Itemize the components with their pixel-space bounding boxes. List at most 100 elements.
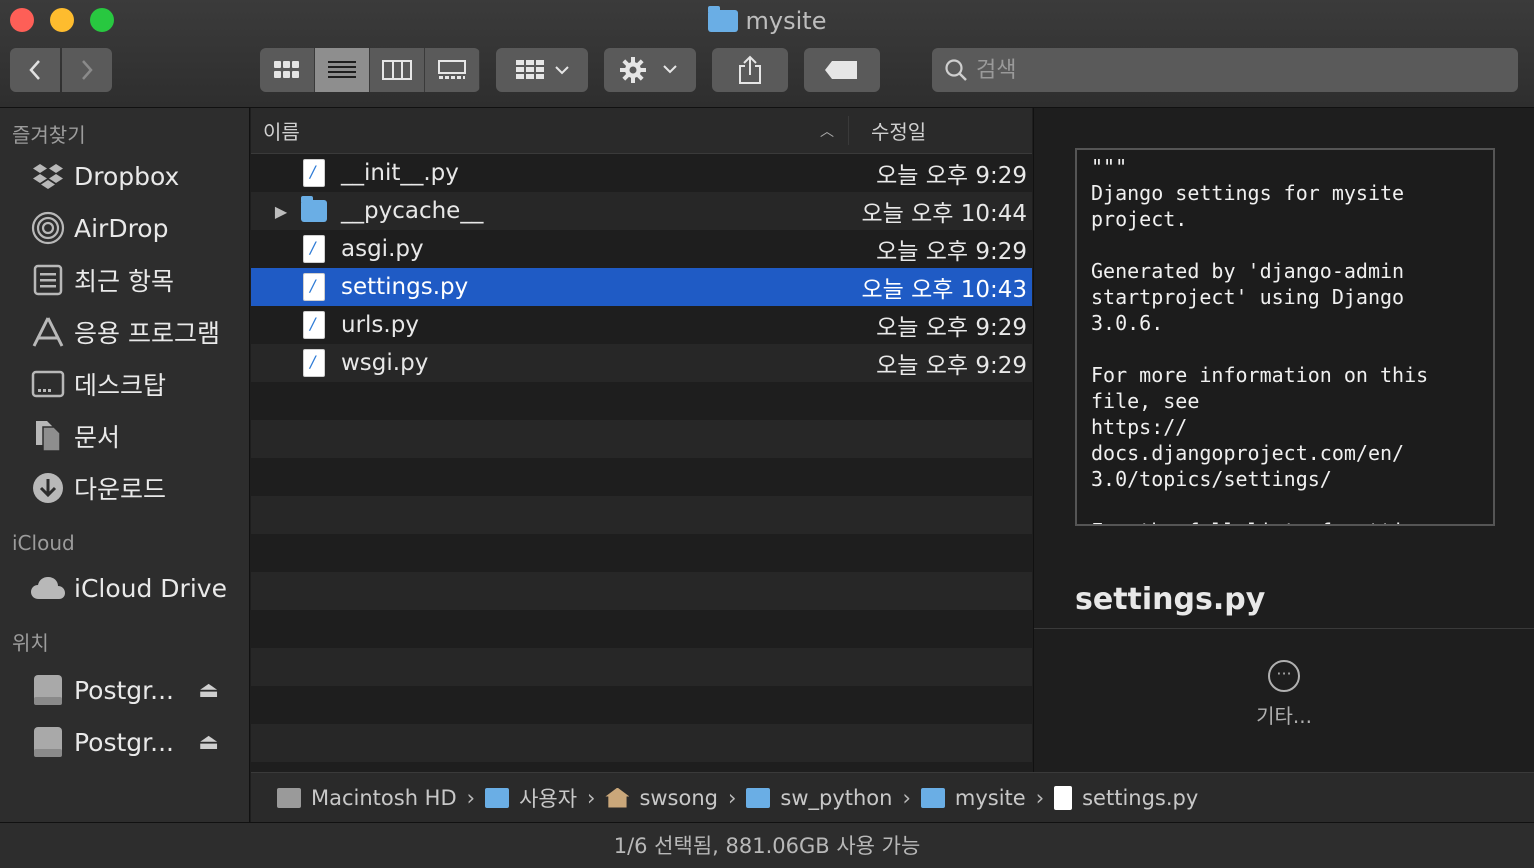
file-date: 오늘 오후 9:29 [876,315,1027,341]
sidebar-item-label: Postgr... [74,727,174,757]
back-button[interactable] [10,48,60,92]
chevron-right-icon: › [1035,785,1045,810]
sidebar-header-favorites: 즐겨찾기 [12,123,86,147]
disclosure-triangle-icon[interactable]: ▶ [251,202,301,221]
gallery-icon [438,60,466,79]
file-date: 오늘 오후 10:44 [861,201,1027,227]
sidebar-item-label: 최근 항목 [74,267,174,296]
applications-icon [30,314,66,350]
sidebar-item-icloud-drive[interactable]: iCloud Drive [0,562,249,614]
sidebar-item-airdrop[interactable]: AirDrop [0,202,249,254]
path-segment[interactable]: settings.py [1054,785,1199,810]
eject-icon[interactable]: ⏏ [198,730,219,755]
path-segment-label: settings.py [1082,785,1199,810]
column-view-button[interactable] [370,48,425,92]
sidebar-item-label: Dropbox [74,161,180,191]
file-name: asgi.py [341,236,424,262]
window-toolbar: mysite [0,0,1534,108]
forward-button[interactable] [62,48,112,92]
folder-icon [707,6,738,32]
file-name: wsgi.py [341,350,429,376]
more-actions-label: 기타... [1256,704,1312,728]
path-segment[interactable]: sw_python [746,786,892,810]
sidebar-item-label: Postgr... [74,675,174,705]
columns-icon [382,60,412,80]
sidebar-item-documents[interactable]: 문서 [0,410,249,462]
sidebar: 즐겨찾기 Dropbox AirDrop 최근 항목 응용 프로그램 데스크탑 … [0,108,250,822]
path-segment-label: swsong [639,785,718,810]
chevron-right-icon: › [466,785,476,810]
folder-icon [920,787,945,808]
file-rows: __init__.py 오늘 오후 9:29 ▶ __pycache__ 오늘 … [251,154,1032,762]
icon-view-button[interactable] [260,48,315,92]
cloud-icon [30,570,66,606]
sidebar-item-label: 응용 프로그램 [74,319,220,348]
sidebar-item-applications[interactable]: 응용 프로그램 [0,306,249,358]
file-name: settings.py [341,274,469,300]
file-name: __init__.py [341,160,459,186]
sidebar-item-disk-2[interactable]: Postgr... ⏏ [0,716,249,768]
path-segment[interactable]: mysite [920,785,1026,810]
sidebar-item-recents[interactable]: 최근 항목 [0,254,249,306]
list-header: 이름 ︿ 수정일 [251,108,1032,154]
column-header-name[interactable]: 이름 ︿ [251,116,849,145]
file-name: urls.py [341,312,419,338]
chevron-right-icon: › [587,785,596,810]
airdrop-icon [30,210,66,246]
column-header-date[interactable]: 수정일 [849,116,926,145]
window-title-text: mysite [745,7,827,35]
search-field[interactable] [932,48,1518,92]
chevron-right-icon: › [902,785,911,810]
path-segment-label: 사용자 [519,786,578,811]
preview-filename: settings.py [1075,582,1266,617]
action-menu-button[interactable] [604,48,696,92]
path-segment[interactable]: Macintosh HD [277,786,457,810]
preview-content: """ Django settings for mysite project. … [1091,155,1440,524]
share-button[interactable] [712,48,788,92]
sidebar-item-label: 다운로드 [74,475,167,504]
more-actions-button[interactable]: ··· 기타... [1254,660,1314,729]
list-view-button[interactable] [315,48,370,92]
path-segment[interactable]: 사용자 [485,783,577,813]
file-date: 오늘 오후 10:43 [861,277,1027,303]
table-row[interactable]: __init__.py 오늘 오후 9:29 [251,154,1032,192]
folder-icon [485,787,510,808]
table-row[interactable]: ▶ __pycache__ 오늘 오후 10:44 [251,192,1032,230]
chevron-left-icon [29,60,40,80]
table-row[interactable]: urls.py 오늘 오후 9:29 [251,306,1032,344]
table-row-selected[interactable]: settings.py 오늘 오후 10:43 [251,268,1032,306]
table-row[interactable]: wsgi.py 오늘 오후 9:29 [251,344,1032,382]
recents-icon [30,262,66,298]
group-button[interactable] [496,48,588,92]
ellipsis-icon: ··· [1268,660,1300,692]
dropbox-icon [30,158,66,194]
hard-disk-icon [277,787,301,808]
file-date: 오늘 오후 9:29 [876,353,1027,379]
disk-icon [30,672,66,708]
file-list: 이름 ︿ 수정일 __init__.py 오늘 오후 9:29 ▶ __pycac… [251,108,1032,772]
search-icon [945,59,967,81]
sidebar-header-locations: 위치 [12,631,49,655]
table-row[interactable]: asgi.py 오늘 오후 9:29 [251,230,1032,268]
sidebar-item-desktop[interactable]: 데스크탑 [0,358,249,410]
sidebar-item-downloads[interactable]: 다운로드 [0,462,249,514]
path-segment[interactable]: swsong [605,786,718,810]
chevron-right-icon [82,60,93,80]
path-segment-label: mysite [954,785,1026,810]
tag-button[interactable] [804,48,880,92]
share-icon [739,55,761,84]
tag-icon [825,61,857,79]
sidebar-item-dropbox[interactable]: Dropbox [0,150,249,202]
sidebar-item-disk-1[interactable]: Postgr... ⏏ [0,664,249,716]
folder-icon [746,787,771,808]
file-preview-thumbnail[interactable]: """ Django settings for mysite project. … [1075,148,1495,526]
search-input[interactable] [976,57,1476,83]
eject-icon[interactable]: ⏏ [198,678,219,703]
column-header-name-label: 이름 [263,120,300,144]
disk-icon [30,724,66,760]
gallery-view-button[interactable] [425,48,480,92]
python-file-icon [301,348,327,378]
path-bar: Macintosh HD › 사용자 › swsong › sw_python … [251,772,1534,822]
python-file-icon [301,158,327,188]
file-date: 오늘 오후 9:29 [876,239,1027,265]
